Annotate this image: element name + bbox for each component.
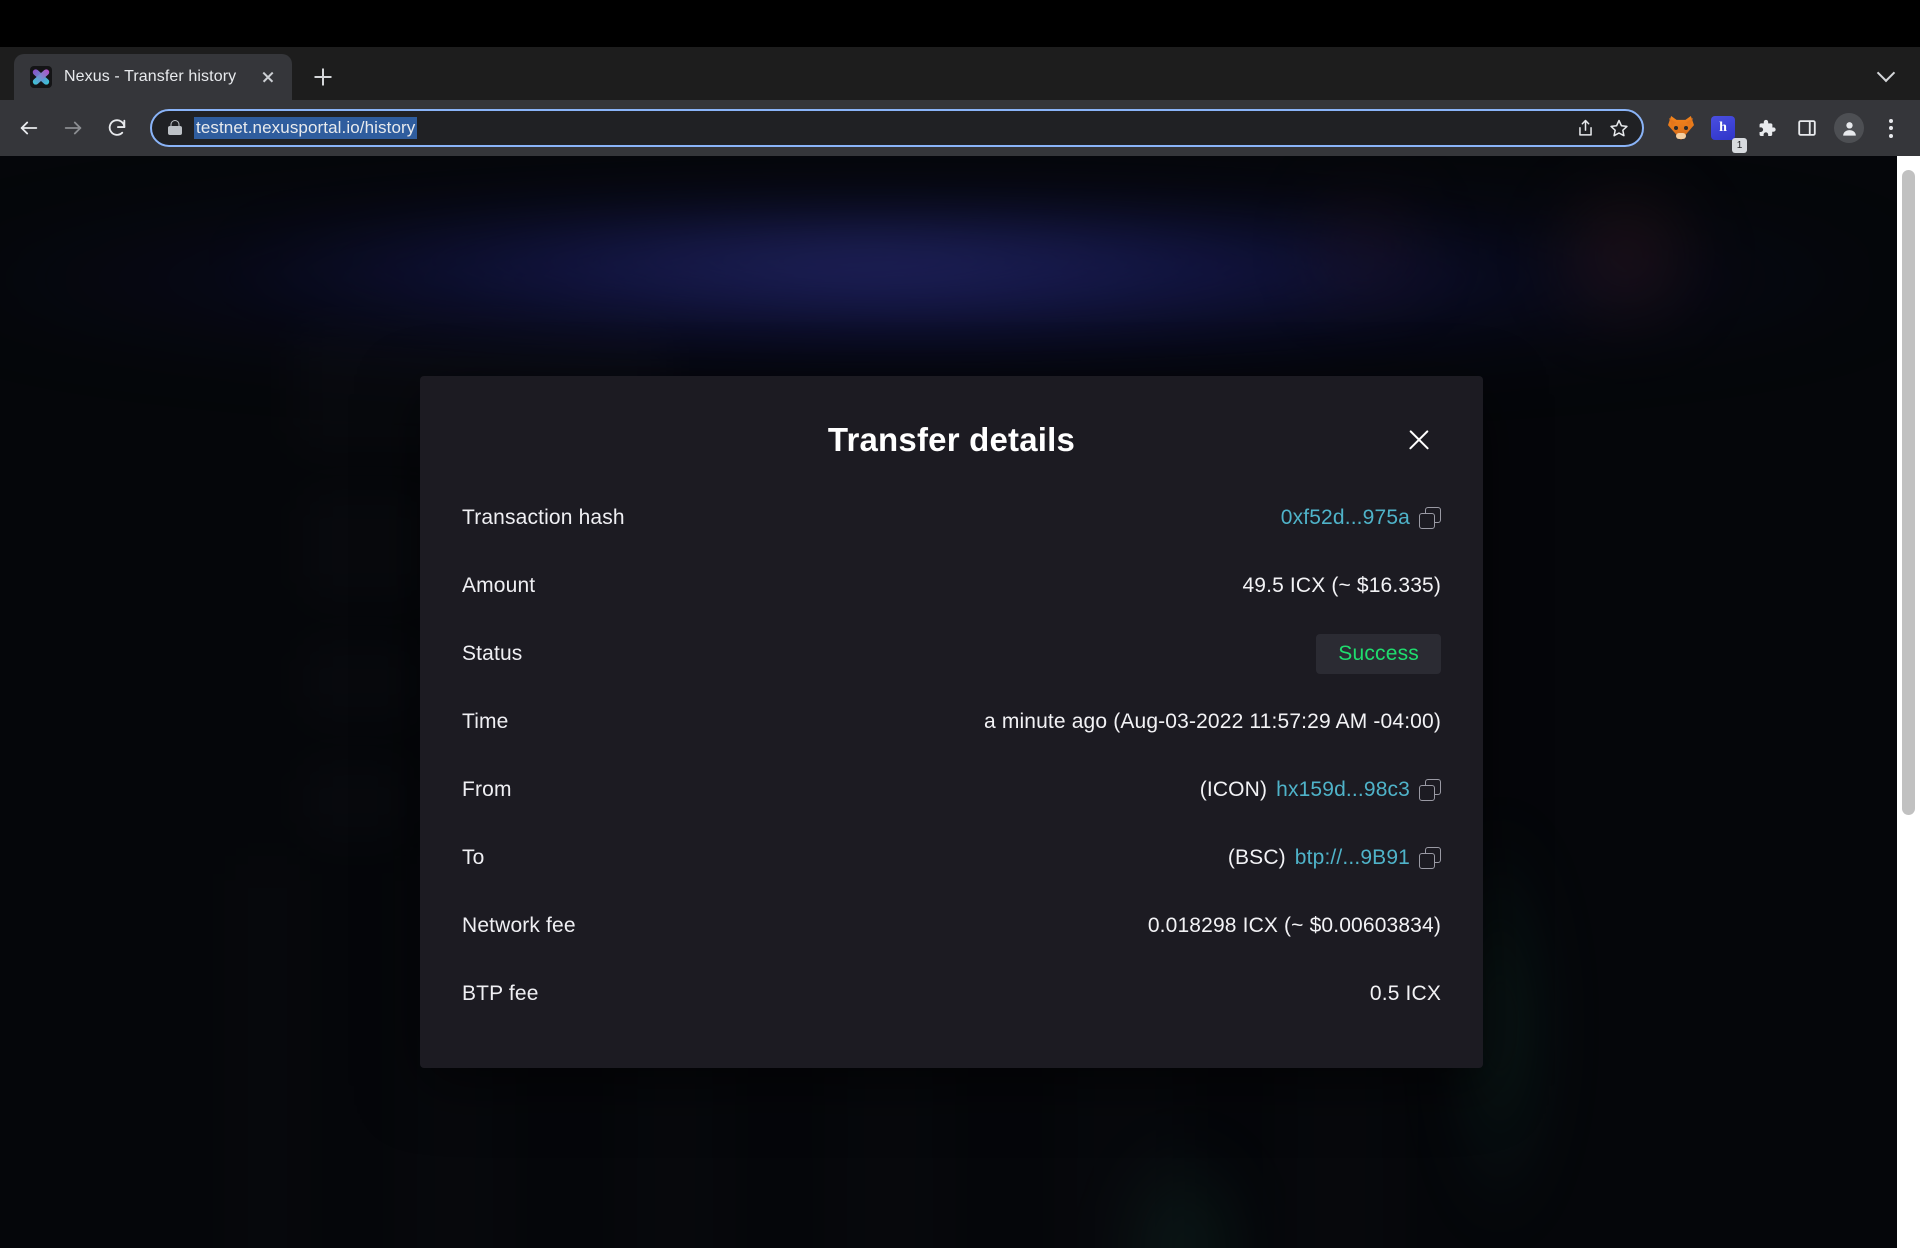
close-tab-icon[interactable]	[256, 65, 280, 89]
address-bar[interactable]: testnet.nexusportal.io/history	[150, 109, 1644, 147]
tab-title: Nexus - Transfer history	[64, 68, 237, 85]
profile-avatar-icon[interactable]	[1830, 109, 1868, 147]
copy-icon[interactable]	[1419, 507, 1441, 529]
tab-strip: Nexus - Transfer history	[0, 47, 1920, 100]
extensions-puzzle-icon[interactable]	[1746, 109, 1784, 147]
detail-value: (BSC) btp://...9B91	[1228, 846, 1441, 870]
close-icon[interactable]	[1399, 420, 1439, 460]
share-icon[interactable]	[1568, 111, 1602, 145]
detail-row-status: Status Success	[462, 620, 1441, 688]
detail-value: 49.5 ICX (~ $16.335)	[1242, 574, 1441, 597]
reload-icon[interactable]	[96, 107, 138, 149]
detail-row-btp-fee: BTP fee 0.5 ICX	[462, 960, 1441, 1028]
detail-label: Time	[462, 710, 509, 733]
side-panel-icon[interactable]	[1788, 109, 1826, 147]
page-viewport: Transfer details Transaction hash 0xf52d…	[0, 156, 1920, 1248]
nexus-logo-icon	[30, 66, 52, 88]
from-network-label: (ICON)	[1199, 778, 1268, 801]
star-icon[interactable]	[1602, 111, 1636, 145]
address-bar-url[interactable]: testnet.nexusportal.io/history	[194, 117, 418, 139]
from-address-link[interactable]: hx159d...98c3	[1276, 778, 1410, 802]
detail-value: (ICON) hx159d...98c3	[1200, 778, 1441, 802]
lock-icon	[166, 119, 184, 137]
hana-wallet-extension-icon[interactable]: h 1	[1704, 109, 1747, 153]
browser-tab[interactable]: Nexus - Transfer history	[14, 54, 292, 100]
detail-row-network-fee: Network fee 0.018298 ICX (~ $0.00603834)	[462, 892, 1441, 960]
page-scrollbar[interactable]	[1897, 156, 1920, 1248]
metamask-extension-icon[interactable]	[1662, 109, 1700, 147]
transfer-details-list: Transaction hash 0xf52d...975a Amount 49…	[462, 484, 1441, 1028]
detail-label: Network fee	[462, 914, 576, 937]
window-titlebar	[0, 0, 1920, 47]
hana-wallet-glyph: h	[1711, 116, 1735, 140]
browser-window: Nexus - Transfer history testnet.nexuspo…	[0, 0, 1920, 1248]
detail-row-amount: Amount 49.5 ICX (~ $16.335)	[462, 552, 1441, 620]
status-badge: Success	[1316, 634, 1441, 674]
detail-value: 0.018298 ICX (~ $0.00603834)	[1147, 914, 1441, 937]
detail-value: Success	[1316, 634, 1441, 674]
copy-icon[interactable]	[1419, 847, 1441, 869]
detail-label: Amount	[462, 574, 536, 597]
detail-label: Status	[462, 642, 523, 665]
to-address-link[interactable]: btp://...9B91	[1295, 846, 1410, 870]
detail-row-transaction-hash: Transaction hash 0xf52d...975a	[462, 484, 1441, 552]
chevron-down-icon[interactable]	[1866, 55, 1906, 95]
browser-toolbar: testnet.nexusportal.io/history h 1	[0, 100, 1920, 156]
detail-value: 0.5 ICX	[1369, 982, 1441, 1005]
scrollbar-thumb[interactable]	[1902, 170, 1915, 815]
detail-label: To	[462, 846, 485, 869]
modal-header: Transfer details	[462, 410, 1441, 470]
page-title: Transfer details	[827, 421, 1076, 458]
extension-icons: h 1	[1662, 109, 1910, 153]
chrome-menu-icon[interactable]	[1872, 109, 1910, 147]
transfer-details-modal: Transfer details Transaction hash 0xf52d…	[420, 376, 1483, 1068]
detail-row-time: Time a minute ago (Aug-03-2022 11:57:29 …	[462, 688, 1441, 756]
back-arrow-icon[interactable]	[8, 107, 50, 149]
extension-badge-count: 1	[1732, 138, 1747, 153]
new-tab-button[interactable]	[306, 60, 340, 94]
detail-row-from: From (ICON) hx159d...98c3	[462, 756, 1441, 824]
detail-label: Transaction hash	[462, 506, 625, 529]
detail-row-to: To (BSC) btp://...9B91	[462, 824, 1441, 892]
copy-icon[interactable]	[1419, 779, 1441, 801]
detail-value: 0xf52d...975a	[1281, 506, 1441, 530]
detail-value: a minute ago (Aug-03-2022 11:57:29 AM -0…	[984, 710, 1441, 733]
detail-label: BTP fee	[462, 982, 539, 1005]
forward-arrow-icon[interactable]	[52, 107, 94, 149]
transaction-hash-link[interactable]: 0xf52d...975a	[1281, 506, 1410, 530]
to-network-label: (BSC)	[1227, 846, 1286, 869]
detail-label: From	[462, 778, 512, 801]
